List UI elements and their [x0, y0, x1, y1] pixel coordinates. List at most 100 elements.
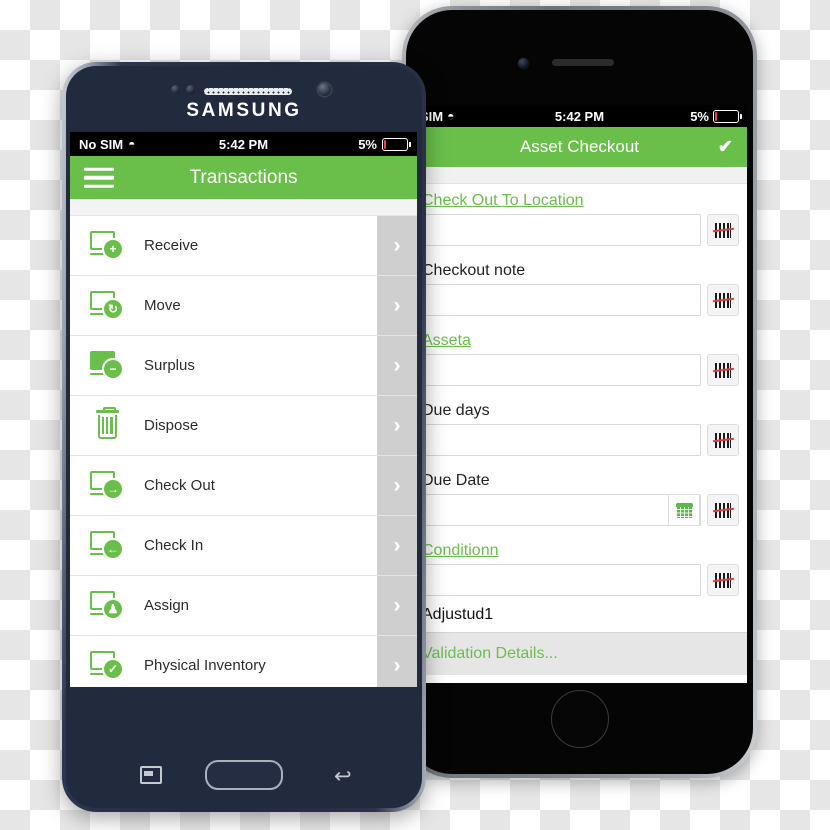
- list-item-check-in[interactable]: ← Check In ›: [70, 516, 417, 576]
- list-item-check-out[interactable]: → Check Out ›: [70, 456, 417, 516]
- samsung-status-bar: No SIM ◓ 5:42 PM 5%: [70, 132, 417, 156]
- monitor-check-icon: ✓: [70, 650, 144, 681]
- chevron-right-icon[interactable]: ›: [377, 456, 417, 515]
- list-item-move[interactable]: ↻ Move ›: [70, 276, 417, 336]
- iphone-screen: SIM ◓ 5:42 PM 5% Asset Checkout ✔ Check …: [412, 105, 747, 683]
- battery-icon: [382, 137, 411, 151]
- front-camera-icon: [318, 83, 331, 96]
- field-label: Due days: [422, 402, 490, 419]
- samsung-device: SAMSUNG No SIM ◓ 5:42 PM 5% Transactions…: [62, 62, 426, 812]
- list-item-label: Check In: [144, 537, 204, 554]
- field-label[interactable]: Asseta: [412, 324, 747, 354]
- field-row: [412, 284, 747, 324]
- field-row: [412, 424, 747, 464]
- home-button[interactable]: [550, 690, 609, 748]
- list-item-receive[interactable]: + Receive ›: [70, 216, 417, 276]
- list-item-label: Check Out: [144, 477, 215, 494]
- page-title: Transactions: [189, 166, 298, 188]
- status-right: 5%: [690, 108, 742, 124]
- list-item-physical-inventory[interactable]: ✓ Physical Inventory ›: [70, 636, 417, 687]
- list-item-label: Dispose: [144, 417, 199, 434]
- field-row: [412, 214, 747, 254]
- conditionn-input[interactable]: [422, 564, 701, 596]
- field-label[interactable]: Check Out To Location: [412, 184, 747, 214]
- iphone-body: SIM ◓ 5:42 PM 5% Asset Checkout ✔ Check …: [406, 10, 753, 774]
- back-icon[interactable]: ↩: [334, 766, 356, 787]
- barcode-scan-icon[interactable]: [707, 424, 739, 456]
- field-row: [412, 354, 747, 394]
- recents-icon[interactable]: [140, 766, 162, 784]
- field-label: Due Date: [422, 472, 490, 489]
- list-item-label: Receive: [144, 237, 199, 254]
- monitor-arrow-right-icon: →: [70, 470, 144, 501]
- monitor-person-icon: ♟: [70, 590, 144, 621]
- list-item-label: Surplus: [144, 357, 195, 374]
- list-top-gap: [70, 199, 417, 216]
- field-label: Checkout note: [422, 262, 526, 279]
- samsung-app-bar: Transactions: [70, 156, 417, 199]
- list-item-label: Move: [144, 297, 181, 314]
- list-item-label: Assign: [144, 597, 190, 614]
- barcode-scan-icon[interactable]: [707, 214, 739, 246]
- screenshot-stage: SIM ◓ 5:42 PM 5% Asset Checkout ✔ Check …: [0, 0, 830, 830]
- page-title: Asset Checkout: [519, 137, 640, 156]
- list-item-surplus[interactable]: − Surplus ›: [70, 336, 417, 396]
- asseta-input[interactable]: [422, 354, 701, 386]
- earpiece-speaker: [204, 88, 292, 95]
- barcode-scan-icon[interactable]: [707, 354, 739, 386]
- barcode-scan-icon[interactable]: [707, 494, 739, 526]
- battery-icon: [713, 109, 742, 123]
- chevron-right-icon[interactable]: ›: [377, 276, 417, 335]
- form-field-checkout-note: Checkout note: [412, 254, 747, 324]
- chevron-right-icon[interactable]: ›: [377, 576, 417, 635]
- due-days-input[interactable]: [422, 424, 701, 456]
- chevron-right-icon[interactable]: ›: [377, 396, 417, 455]
- iphone-app-bar: Asset Checkout ✔: [412, 127, 747, 167]
- chevron-right-icon[interactable]: ›: [377, 336, 417, 395]
- checkmark-icon[interactable]: ✔: [718, 137, 733, 158]
- monitor-minus-icon: −: [70, 350, 144, 381]
- brand-logo: SAMSUNG: [186, 100, 302, 121]
- form-field-conditionn: Conditionn: [412, 534, 747, 604]
- monitor-refresh-icon: ↻: [70, 290, 144, 321]
- form-field-check-out-to-location: Check Out To Location: [412, 184, 747, 254]
- chevron-right-icon[interactable]: ›: [377, 216, 417, 275]
- iphone-device: SIM ◓ 5:42 PM 5% Asset Checkout ✔ Check …: [402, 6, 757, 778]
- asset-checkout-form: Check Out To Location Checkout note Asse…: [412, 184, 747, 675]
- monitor-plus-icon: +: [70, 230, 144, 261]
- wifi-icon: ◓: [447, 109, 455, 123]
- chevron-right-icon[interactable]: ›: [377, 636, 417, 687]
- barcode-scan-icon[interactable]: [707, 284, 739, 316]
- proximity-sensors: [171, 85, 195, 94]
- list-item-label: Physical Inventory: [144, 657, 266, 674]
- iphone-status-bar: SIM ◓ 5:42 PM 5%: [412, 105, 747, 127]
- monitor-arrow-left-icon: ←: [70, 530, 144, 561]
- checkout-note-input[interactable]: [422, 284, 701, 316]
- trash-can-icon: [70, 407, 144, 441]
- check-out-to-location-input[interactable]: [422, 214, 701, 246]
- battery-percent-label: 5%: [690, 108, 709, 124]
- iphone-sub-bar: [412, 167, 747, 184]
- due-date-input[interactable]: [422, 494, 701, 526]
- form-field-due-date: Due Date: [412, 464, 747, 534]
- field-row: [412, 564, 747, 604]
- front-camera-icon: [518, 58, 529, 69]
- transactions-list: + Receive › ↻ Move › − Surplus › Dispose…: [70, 216, 417, 687]
- earpiece-speaker: [552, 59, 614, 66]
- adjust-label: Adjustud1: [422, 606, 494, 623]
- barcode-scan-icon[interactable]: [707, 564, 739, 596]
- status-right: 5%: [358, 136, 411, 152]
- samsung-screen: No SIM ◓ 5:42 PM 5% Transactions + Recei…: [70, 132, 417, 687]
- chevron-right-icon[interactable]: ›: [377, 516, 417, 575]
- field-row: [412, 494, 747, 534]
- validation-details-link[interactable]: Validation Details...: [412, 632, 747, 675]
- field-label[interactable]: Conditionn: [412, 534, 747, 564]
- list-item-dispose[interactable]: Dispose ›: [70, 396, 417, 456]
- battery-percent-label: 5%: [358, 136, 377, 152]
- home-button[interactable]: [205, 760, 283, 790]
- hamburger-menu-icon[interactable]: [84, 162, 114, 193]
- list-item-assign[interactable]: ♟ Assign ›: [70, 576, 417, 636]
- calendar-icon[interactable]: [668, 494, 700, 526]
- samsung-body: SAMSUNG No SIM ◓ 5:42 PM 5% Transactions…: [66, 66, 422, 808]
- form-field-due-days: Due days: [412, 394, 747, 464]
